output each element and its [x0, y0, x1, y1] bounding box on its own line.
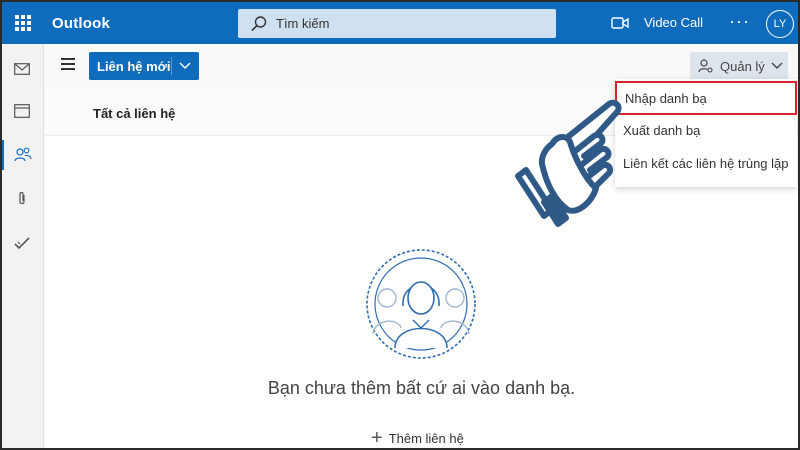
- video-call-icon[interactable]: [611, 15, 629, 31]
- people-icon[interactable]: [2, 140, 42, 170]
- person-settings-icon: [698, 59, 713, 73]
- add-contact-link[interactable]: + Thêm liên hệ: [371, 427, 464, 449]
- empty-contacts-illustration: [366, 249, 476, 359]
- menu-item-export-contacts[interactable]: Xuất danh bạ: [615, 113, 797, 147]
- new-contact-label: Liên hệ mới: [97, 58, 171, 74]
- avatar[interactable]: LY: [766, 10, 794, 38]
- manage-dropdown-menu: Nhập danh bạ Xuất danh bạ Liên kết các l…: [615, 79, 797, 187]
- menu-item-import-contacts[interactable]: Nhập danh bạ: [615, 81, 797, 115]
- plus-icon: +: [371, 427, 383, 449]
- mail-icon[interactable]: [2, 54, 42, 84]
- more-options-icon[interactable]: ···: [729, 11, 750, 32]
- top-bar: Outlook Tìm kiếm Video Call ··· LY: [2, 2, 798, 44]
- pointing-hand-icon: [515, 99, 622, 227]
- video-call-button[interactable]: Video Call: [644, 15, 703, 30]
- left-nav-rail: [2, 44, 44, 448]
- new-contact-button[interactable]: Liên hệ mới: [89, 52, 199, 80]
- empty-state-message: Bạn chưa thêm bất cứ ai vào danh bạ.: [267, 378, 576, 398]
- search-placeholder: Tìm kiếm: [276, 16, 330, 31]
- manage-label: Quản lý: [720, 58, 765, 74]
- chevron-down-icon[interactable]: [172, 52, 198, 80]
- search-box[interactable]: Tìm kiếm: [238, 9, 556, 38]
- app-name: Outlook: [52, 15, 111, 32]
- manage-button[interactable]: Quản lý: [690, 52, 788, 80]
- page-title: Tất cả liên hệ: [93, 106, 176, 121]
- chevron-down-icon: [771, 62, 783, 69]
- hamburger-menu-icon[interactable]: [61, 58, 77, 72]
- search-icon: [251, 15, 267, 31]
- menu-item-link-duplicates[interactable]: Liên kết các liên hệ trùng lặp: [615, 146, 797, 180]
- attachment-icon[interactable]: [2, 184, 42, 214]
- calendar-icon[interactable]: [2, 96, 42, 126]
- todo-check-icon[interactable]: [2, 228, 42, 258]
- add-contact-label: Thêm liên hệ: [388, 430, 464, 446]
- outlook-window: Outlook Tìm kiếm Video Call ··· LY Liên …: [0, 0, 800, 450]
- app-launcher-icon[interactable]: [15, 15, 31, 31]
